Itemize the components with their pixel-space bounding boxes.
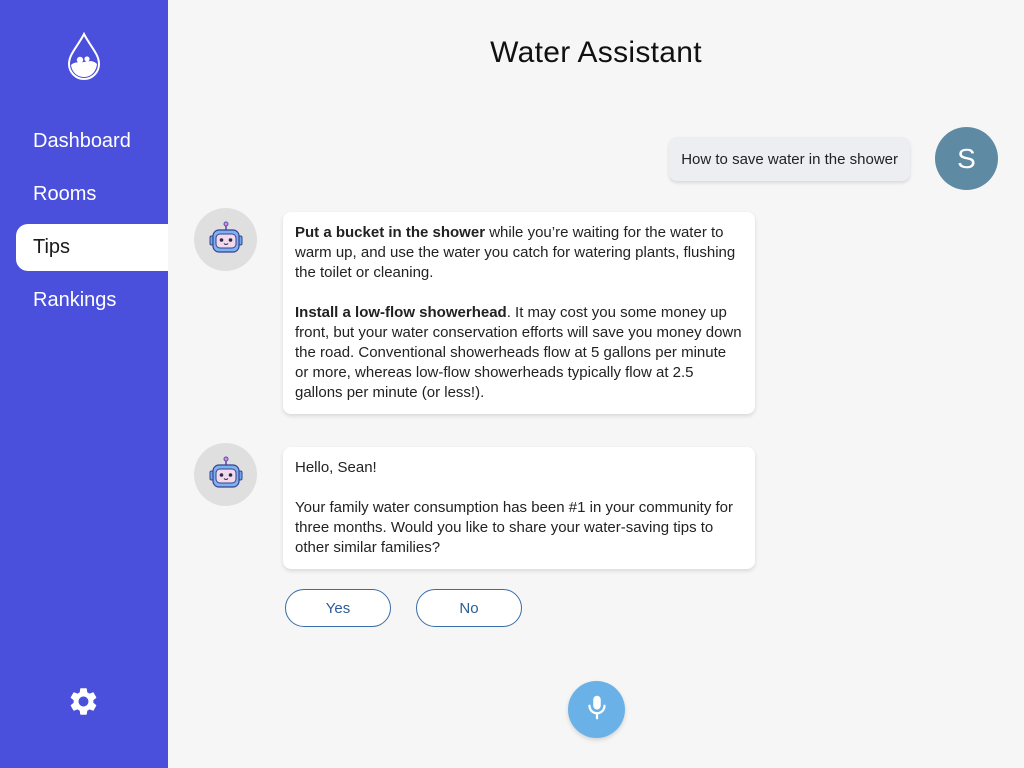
avatar-initial: S [957, 142, 976, 174]
user-message-bubble: How to save water in the shower [669, 137, 910, 181]
sidebar-item-label: Rankings [33, 289, 117, 311]
no-button-label: No [459, 599, 479, 617]
sidebar-item-label: Tips [33, 236, 71, 258]
no-button[interactable]: No [416, 589, 522, 627]
yes-button[interactable]: Yes [285, 589, 391, 627]
yes-button-label: Yes [325, 599, 351, 617]
sidebar-item-rankings[interactable]: Rankings [0, 277, 168, 324]
microphone-icon [582, 692, 612, 727]
microphone-button[interactable] [568, 681, 625, 738]
avatar[interactable]: S [935, 127, 998, 190]
sidebar-item-dashboard[interactable]: Dashboard [0, 118, 168, 165]
tip-paragraph: Install a low-flow showerhead. It may co… [295, 303, 743, 403]
greeting-text: Hello, Sean! [295, 459, 377, 476]
bot-message-bubble: Hello, Sean! Your family water consumpti… [283, 447, 755, 569]
gear-icon[interactable] [67, 685, 100, 718]
sidebar-nav: Dashboard Rooms Tips Rankings [0, 118, 168, 330]
sidebar-item-tips[interactable]: Tips [16, 224, 168, 271]
robot-icon [194, 208, 257, 271]
sidebar-item-rooms[interactable]: Rooms [0, 171, 168, 218]
tip-title: Put a bucket in the shower [295, 224, 486, 241]
page-title: Water Assistant [490, 36, 702, 69]
robot-icon [194, 443, 257, 506]
sidebar-item-label: Dashboard [33, 130, 131, 152]
sidebar: Dashboard Rooms Tips Rankings [0, 0, 168, 768]
tip-title: Install a low-flow showerhead [295, 304, 507, 321]
sidebar-item-label: Rooms [33, 183, 97, 205]
bot-message-bubble: Put a bucket in the shower while you’re … [283, 212, 755, 414]
user-message-text: How to save water in the shower [681, 150, 898, 168]
tip-paragraph: Put a bucket in the shower while you’re … [295, 223, 743, 283]
water-drop-icon [66, 31, 102, 80]
bot-message-text: Your family water consumption has been #… [295, 499, 733, 556]
